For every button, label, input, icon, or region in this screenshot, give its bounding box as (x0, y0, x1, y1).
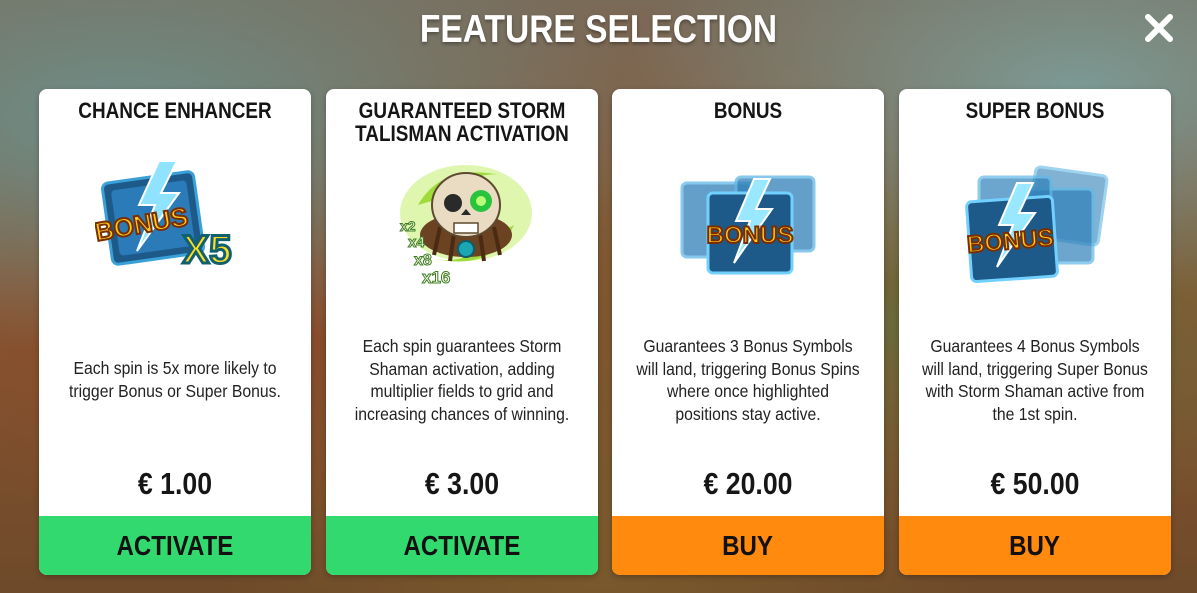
card-description: Each spin guarantees Storm Shaman activa… (354, 336, 570, 424)
card-title: BONUS (713, 98, 783, 123)
activate-button[interactable]: ACTIVATE (326, 516, 598, 575)
card-title: SUPER BONUS (965, 98, 1105, 123)
page-title: FEATURE SELECTION (419, 8, 778, 51)
close-icon[interactable] (1143, 12, 1175, 44)
activate-button[interactable]: ACTIVATE (39, 516, 311, 575)
card-title: GUARANTEED STORM TALISMAN ACTIVATION (355, 98, 569, 146)
card-title: CHANCE ENHANCER (78, 98, 272, 123)
skull-talisman-icon: x2 x4 x8 x16 (400, 165, 532, 285)
card-bonus: BONUS BONUS Guarantees 3 Bonus Symbols w… (612, 89, 884, 575)
art-multiplier-x4: x4 (408, 234, 425, 251)
bonus-x5-icon: BONUS X5 (95, 160, 233, 274)
card-guaranteed-storm-talisman: GUARANTEED STORM TALISMAN ACTIVATION x2 … (326, 89, 598, 575)
bonus-cards-icon: BONUS (680, 175, 816, 275)
super-bonus-cards-icon: BONUS (965, 165, 1109, 284)
card-description: Guarantees 4 Bonus Symbols will land, tr… (922, 336, 1148, 424)
card-price: € 20.00 (703, 466, 793, 501)
card-price: € 1.00 (137, 466, 213, 501)
art-multiplier-x2: x2 (400, 218, 416, 234)
buy-button[interactable]: BUY (612, 516, 884, 575)
art-multiplier-label: X5 (183, 228, 232, 272)
card-chance-enhancer: CHANCE ENHANCER BONUS X5 Each spin is 5x… (39, 89, 311, 575)
card-description: Guarantees 3 Bonus Symbols will land, tr… (636, 336, 860, 424)
card-description: Each spin is 5x more likely to trigger B… (69, 358, 281, 401)
buy-button[interactable]: BUY (899, 516, 1171, 575)
art-bonus-label: BONUS (707, 222, 794, 249)
card-price: € 50.00 (990, 466, 1080, 501)
art-multiplier-x8: x8 (414, 252, 432, 269)
card-super-bonus: SUPER BONUS BONUS Guarantees 4 Bonus Sym… (899, 89, 1171, 575)
art-multiplier-x16: x16 (422, 268, 450, 285)
card-price: € 3.00 (424, 466, 500, 501)
